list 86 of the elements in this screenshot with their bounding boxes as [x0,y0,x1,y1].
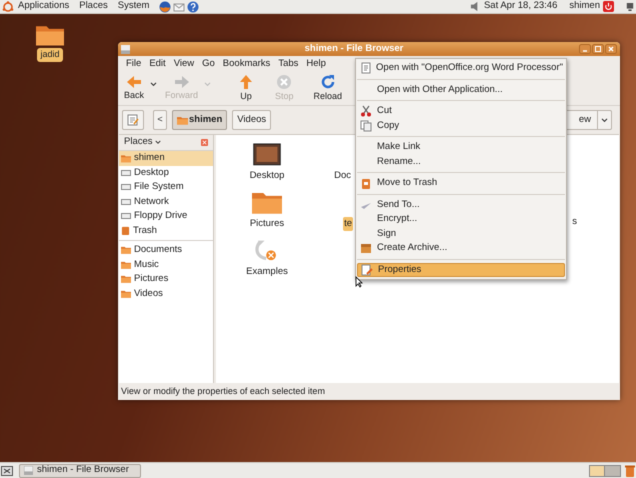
toolbar-button[interactable]: Up [237,74,256,104]
desktop-icon-label[interactable]: jadid [37,48,62,62]
folder-icon [252,191,282,214]
context-menu-item[interactable]: Rename... [357,154,565,169]
home-folder-icon [121,154,131,163]
sidebar-item[interactable]: shimen [119,151,213,166]
folder-icon [121,260,131,269]
folder-icon [121,290,131,298]
file-label[interactable]: Desktop [250,168,284,183]
left-arrow-icon [126,74,142,89]
help-icon[interactable] [187,0,200,12]
reload-icon [320,74,336,90]
caret-icon [601,118,608,122]
menu-bar-item[interactable]: Go [202,56,215,72]
sidebar-item[interactable]: Documents [119,243,213,258]
window-title: shimen - File Browser [304,42,404,56]
sidebar-item[interactable]: Pictures [119,272,213,286]
folder-icon [36,24,64,46]
menu-bar-item[interactable]: Bookmarks [222,56,270,72]
menu-bar-item[interactable]: View [174,56,194,72]
panel-menu[interactable]: System [118,0,150,14]
window-icon [121,44,130,54]
minimize-icon[interactable] [579,44,591,54]
context-menu-item[interactable]: Sign [357,226,565,241]
edit-location-button[interactable] [122,110,144,130]
sidebar-item[interactable]: Trash [119,224,213,238]
sidebar-item[interactable]: Floppy Drive [119,209,213,224]
folder-icon [121,246,131,254]
file-label[interactable]: Pictures [250,216,284,231]
maximize-icon[interactable] [592,44,604,54]
context-menu-item[interactable]: Encrypt... [357,212,565,226]
path-crumb[interactable]: shimen [172,110,228,130]
context-menu-item[interactable]: Open with Other Application... [357,82,565,97]
context-menu-item[interactable]: Create Archive... [357,241,565,256]
folder-icon [121,275,131,284]
file-label[interactable]: Doc [334,168,351,183]
window-icon [24,466,33,475]
panel-menu[interactable]: Places [79,0,108,14]
panel-user[interactable]: shimen [569,0,600,14]
copy-icon [360,120,372,132]
power-icon[interactable] [603,1,614,12]
right-arrow-icon [174,74,190,89]
show-desktop-icon[interactable] [1,466,13,476]
context-menu-item[interactable]: Open with "OpenOffice.org Word Processor" [357,61,565,76]
mail-icon[interactable] [173,0,186,12]
panel-clock[interactable]: Sat Apr 18, 23:46 [484,0,558,14]
path-back-button[interactable]: < [153,110,167,130]
caret-icon[interactable] [154,140,161,145]
stop-icon [276,74,292,90]
file-label[interactable]: Examples [246,264,288,279]
browser-icon[interactable] [159,0,172,12]
monitor-icon[interactable] [626,2,634,12]
file-label[interactable]: te [343,216,353,231]
sidebar-item[interactable]: Videos [119,286,213,301]
taskbar-button[interactable]: shimen - File Browser [19,464,141,478]
menu-bar-item[interactable]: File [126,56,142,72]
properties-icon [361,264,373,276]
logo-icon[interactable] [2,0,14,12]
sidebar-item[interactable]: Desktop [119,166,213,180]
document-icon [360,62,372,74]
up-arrow-icon [239,74,254,90]
mouse-pointer-icon [355,276,363,288]
home-folder-icon [177,116,188,124]
close-icon[interactable] [605,44,617,54]
toolbar-button[interactable]: Back [122,74,146,102]
caret-icon[interactable] [150,82,158,87]
file-label[interactable]: s [572,215,577,230]
scissors-icon [360,105,372,118]
panel-menu[interactable]: Applications [18,0,70,14]
sidebar-item[interactable]: Network [119,194,213,209]
menu-bar-item[interactable]: Tabs [278,56,298,72]
context-menu-item[interactable]: Properties [357,262,565,277]
workspace-switcher[interactable] [589,464,621,476]
menu-bar-item[interactable]: Help [306,56,326,72]
sidebar-item[interactable]: File System [119,180,213,194]
desktop-folder-icon [252,143,282,166]
context-menu-item[interactable]: Send To... [357,198,565,212]
status-bar-text: View or modify the properties of each selected item [121,384,325,398]
context-menu-item[interactable]: Make Link [357,140,565,154]
sidebar-item[interactable]: Music [119,258,213,272]
context-menu-item[interactable]: Move to Trash [357,176,565,190]
menu-bar-item[interactable]: Edit [149,56,166,72]
notepad-icon [127,114,139,126]
archive-icon [360,242,372,254]
toolbar-button[interactable]: Reload [312,74,344,104]
path-crumb[interactable]: Videos [232,110,272,130]
